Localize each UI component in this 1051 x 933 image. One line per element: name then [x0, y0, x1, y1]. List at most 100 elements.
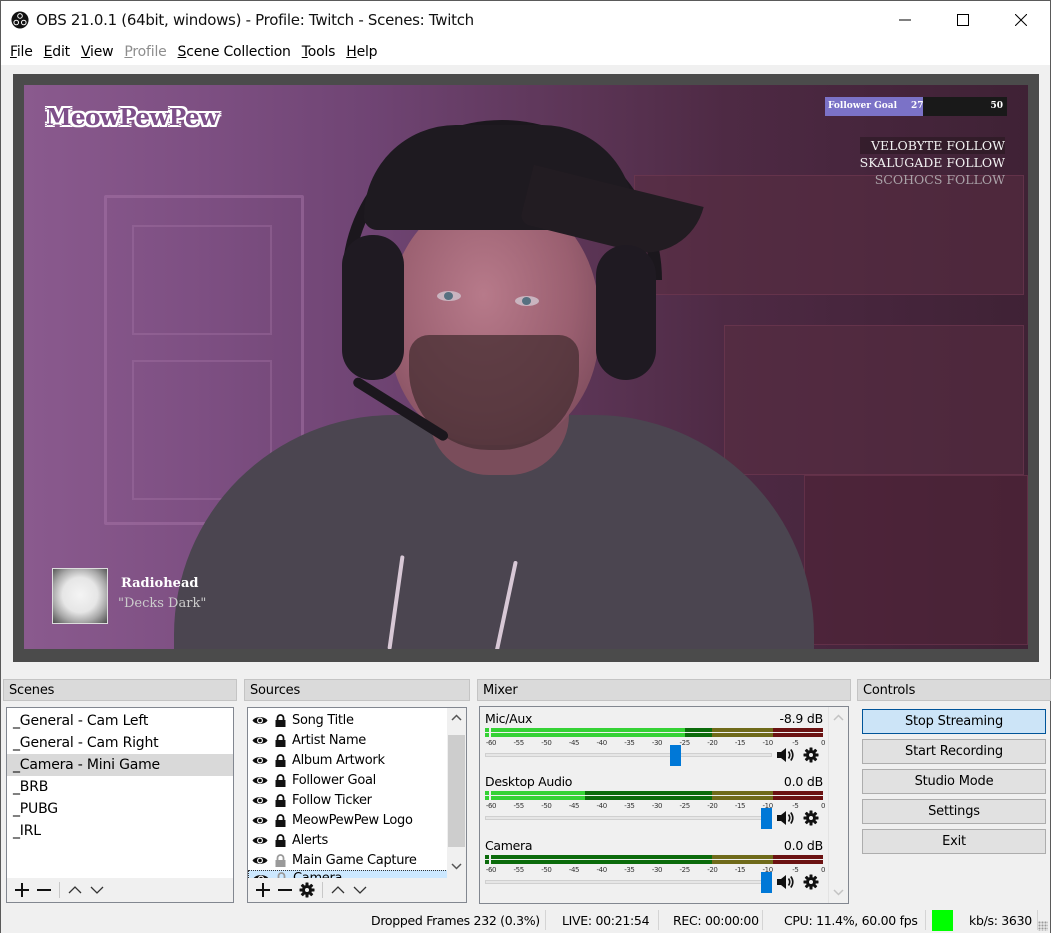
meter-yellow-segment	[712, 733, 774, 737]
move-scene-down-button[interactable]	[86, 879, 108, 901]
visibility-eye-icon[interactable]	[252, 813, 268, 827]
source-item[interactable]: Follower Goal	[248, 770, 448, 790]
source-item[interactable]: Album Artwork	[248, 750, 448, 770]
lock-icon[interactable]	[272, 753, 288, 767]
source-item[interactable]: MeowPewPew Logo	[248, 810, 448, 830]
scene-item[interactable]: _General - Cam Left	[7, 710, 233, 732]
meter-scale: -60 -55 -50 -45 -40 -35 -30 -25 -20 -15 -10 -5 0	[485, 802, 826, 812]
scroll-up-icon[interactable]	[451, 714, 462, 722]
scene-item[interactable]: _IRL	[7, 820, 233, 842]
source-item[interactable]: Song Title	[248, 710, 448, 730]
resize-grip[interactable]	[1038, 921, 1048, 931]
move-source-up-button[interactable]	[327, 879, 349, 901]
settings-button[interactable]: Settings	[862, 799, 1046, 824]
channel-settings-gear-icon[interactable]	[802, 873, 820, 891]
remove-scene-button[interactable]	[33, 879, 55, 901]
meter-scale-label: -25	[679, 866, 691, 874]
volume-slider-handle[interactable]	[669, 745, 681, 766]
ticker-row: VELOBYTE FOLLOW	[859, 137, 1005, 154]
remove-source-button[interactable]	[274, 879, 296, 901]
source-name: Album Artwork	[292, 752, 385, 768]
follower-goal-target: 50	[990, 101, 1003, 111]
source-name: MeowPewPew Logo	[292, 812, 413, 828]
move-source-down-button[interactable]	[349, 879, 371, 901]
visibility-eye-icon[interactable]	[252, 853, 268, 867]
meter-yellow-segment	[712, 728, 774, 732]
close-button[interactable]	[992, 1, 1050, 39]
meter-scale-label: -40	[596, 866, 608, 874]
status-bar: Dropped Frames 232 (0.3%) LIVE: 00:21:54…	[1, 907, 1050, 933]
scroll-down-icon[interactable]	[451, 862, 462, 870]
channel-settings-gear-icon[interactable]	[802, 746, 820, 764]
source-item[interactable]: Follow Ticker	[248, 790, 448, 810]
add-source-button[interactable]	[252, 879, 274, 901]
mute-speaker-icon[interactable]	[776, 809, 794, 827]
source-properties-button[interactable]	[296, 879, 318, 901]
volume-slider-handle[interactable]	[761, 872, 772, 893]
sources-scrollbar[interactable]	[447, 708, 466, 902]
visibility-eye-icon[interactable]	[252, 753, 268, 767]
status-separator	[658, 910, 659, 930]
meter-yellow-segment	[712, 855, 774, 859]
menu-file[interactable]: File	[5, 44, 38, 60]
source-item[interactable]: Alerts	[248, 830, 448, 850]
menu-help[interactable]: Help	[341, 44, 382, 60]
status-separator	[925, 910, 926, 930]
menu-edit[interactable]: Edit	[39, 44, 75, 60]
studio-mode-button[interactable]: Studio Mode	[862, 769, 1046, 794]
follower-goal-widget: Follower Goal 27 50	[825, 97, 1007, 116]
obs-logo-icon	[11, 11, 29, 29]
lock-icon[interactable]	[272, 773, 288, 787]
move-scene-up-button[interactable]	[64, 879, 86, 901]
visibility-eye-icon[interactable]	[252, 773, 268, 787]
scene-item[interactable]: _BRB	[7, 776, 233, 798]
chevron-down-icon	[353, 886, 367, 894]
minimize-button[interactable]	[876, 1, 934, 39]
sources-scroll-thumb[interactable]	[448, 735, 465, 847]
source-name: Artist Name	[292, 732, 367, 748]
menu-bar: File Edit View Profile Scene Collection Tools…	[1, 39, 1050, 65]
scene-item[interactable]: _PUBG	[7, 798, 233, 820]
unlock-icon[interactable]	[272, 853, 288, 867]
lock-icon[interactable]	[272, 713, 288, 727]
lock-icon[interactable]	[272, 793, 288, 807]
menu-view[interactable]: View	[76, 44, 118, 60]
mixer-scrollbar[interactable]	[828, 707, 848, 903]
channel-settings-gear-icon[interactable]	[802, 809, 820, 827]
scroll-up-icon[interactable]	[833, 714, 844, 722]
stop-streaming-button[interactable]: Stop Streaming	[862, 709, 1046, 734]
meter-scale-label: -15	[734, 866, 746, 874]
chevron-up-icon	[68, 886, 82, 894]
lock-icon[interactable]	[272, 813, 288, 827]
visibility-eye-icon[interactable]	[252, 733, 268, 747]
meter-scale-label: 0	[820, 802, 826, 810]
visibility-eye-icon[interactable]	[252, 793, 268, 807]
scene-item[interactable]: _General - Cam Right	[7, 732, 233, 754]
volume-slider-handle[interactable]	[761, 808, 772, 829]
start-recording-button[interactable]: Start Recording	[862, 739, 1046, 764]
volume-slider[interactable]	[485, 816, 772, 820]
mute-speaker-icon[interactable]	[776, 746, 794, 764]
source-item[interactable]: Main Game Capture	[248, 850, 448, 870]
visibility-eye-icon[interactable]	[252, 713, 268, 727]
mute-speaker-icon[interactable]	[776, 873, 794, 891]
lock-icon[interactable]	[272, 833, 288, 847]
volume-slider[interactable]	[485, 753, 772, 757]
meter-yellow-segment	[712, 860, 774, 864]
meter-scale-label: -55	[513, 866, 525, 874]
stream-preview[interactable]: MeowPewPew Follower Goal 27 50 VELOBYTE …	[24, 85, 1028, 649]
exit-button[interactable]: Exit	[862, 829, 1046, 854]
visibility-eye-icon[interactable]	[252, 833, 268, 847]
scroll-down-icon[interactable]	[833, 888, 844, 896]
source-item[interactable]: Artist Name	[248, 730, 448, 750]
menu-scene-collection[interactable]: Scene Collection	[173, 44, 296, 60]
scene-item[interactable]: _Camera - Mini Game	[7, 754, 233, 776]
meter-peak-marker	[485, 728, 489, 732]
add-scene-button[interactable]	[11, 879, 33, 901]
lock-icon[interactable]	[272, 733, 288, 747]
menu-tools[interactable]: Tools	[297, 44, 341, 60]
rec-time: REC: 00:00:00	[673, 913, 759, 928]
maximize-button[interactable]	[934, 1, 992, 39]
chevron-up-icon	[331, 886, 345, 894]
volume-slider[interactable]	[485, 880, 772, 884]
